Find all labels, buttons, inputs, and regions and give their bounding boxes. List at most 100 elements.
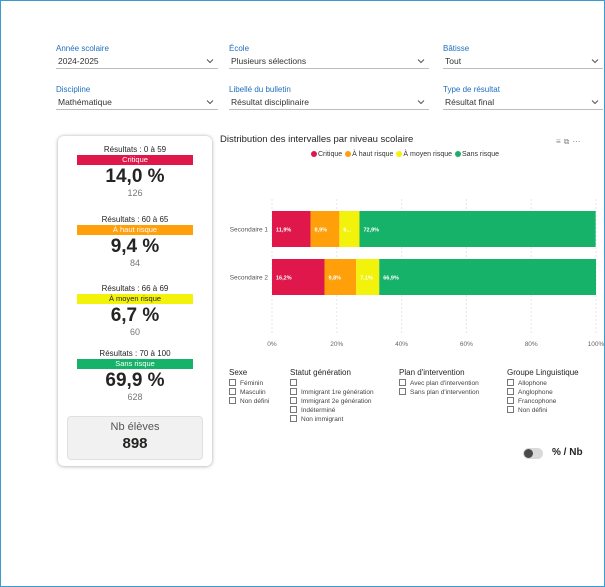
legend-item[interactable]: Sans risque xyxy=(455,151,499,158)
chevron-down-icon[interactable] xyxy=(206,57,214,65)
checkbox[interactable] xyxy=(229,388,236,395)
checkbox[interactable] xyxy=(290,388,297,395)
checkbox[interactable] xyxy=(229,379,236,386)
data-label: 8,9% xyxy=(315,228,328,234)
slicer-option-label: Masculin xyxy=(240,389,266,396)
chevron-down-icon[interactable] xyxy=(206,98,214,106)
slicer-option[interactable] xyxy=(290,379,374,388)
slicer-option[interactable]: Sans plan d'intervention xyxy=(399,388,479,397)
checkbox[interactable] xyxy=(507,397,514,404)
checkbox[interactable] xyxy=(290,415,297,422)
filter-libelle-bulletin[interactable]: Libellé du bulletin Résultat disciplinai… xyxy=(229,84,429,110)
filter-label: Type de résultat xyxy=(443,85,500,94)
filter-batisse[interactable]: Bâtisse Tout xyxy=(443,43,603,69)
slicer-option[interactable]: Non défini xyxy=(507,406,579,415)
nb-eleves-value: 898 xyxy=(122,435,148,452)
slicer-option-label: Indéterminé xyxy=(301,407,336,414)
filter-dropdown[interactable]: Mathématique xyxy=(56,95,218,110)
filter-dropdown[interactable]: 2024-2025 xyxy=(56,54,218,69)
filter-value: 2024-2025 xyxy=(58,56,99,66)
data-label: 66,9% xyxy=(383,276,399,282)
checkbox[interactable] xyxy=(229,397,236,404)
report-canvas: Année scolaire 2024-2025 École Plusieurs… xyxy=(0,0,605,587)
checkbox[interactable] xyxy=(507,379,514,386)
chevron-down-icon[interactable] xyxy=(417,98,425,106)
filter-type-resultat[interactable]: Type de résultat Résultat final xyxy=(443,84,603,110)
kpi-band: Critique xyxy=(77,155,193,165)
category-label: Secondaire 2 xyxy=(230,275,269,282)
filter-icon[interactable]: ≡ xyxy=(556,137,564,146)
slicer-plan-intervention: Plan d'intervention Avec plan d'intervent… xyxy=(399,368,479,397)
checkbox[interactable] xyxy=(507,406,514,413)
data-label: 6... xyxy=(343,228,351,234)
chevron-down-icon[interactable] xyxy=(591,57,599,65)
slicer-option-label: Immigrant 2e génération xyxy=(301,398,372,405)
kpi-sans-risque: Résultats : 70 à 100 Sans risque 69,9 % … xyxy=(58,349,212,403)
data-label: 7,1% xyxy=(360,276,373,282)
filter-ecole[interactable]: École Plusieurs sélections xyxy=(229,43,429,69)
slicer-option[interactable]: Masculin xyxy=(229,388,269,397)
kpi-critique: Résultats : 0 à 59 Critique 14,0 % 126 xyxy=(58,145,212,199)
slicer-title: Groupe Linguistique xyxy=(507,368,579,377)
bar-segment[interactable] xyxy=(359,211,596,247)
toggle-knob[interactable] xyxy=(524,449,533,458)
slicer-option[interactable]: Indéterminé xyxy=(290,406,374,415)
slicer-option[interactable]: Féminin xyxy=(229,379,269,388)
filter-dropdown[interactable]: Résultat final xyxy=(443,95,603,110)
percent-count-toggle[interactable] xyxy=(523,448,543,459)
checkbox[interactable] xyxy=(290,406,297,413)
x-tick-label: 80% xyxy=(525,341,538,348)
filter-dropdown[interactable]: Plusieurs sélections xyxy=(229,54,429,69)
stacked-bar-chart: 0% 20% 40% 60% 80% 100% Secondaire 1 11,9% 8,9% 6… xyxy=(230,199,605,348)
slicer-title: Statut génération xyxy=(290,368,351,377)
filter-label: Année scolaire xyxy=(56,44,109,53)
kpi-haut-risque: Résultats : 60 à 65 À haut risque 9,4 % … xyxy=(58,215,212,269)
filter-label: Libellé du bulletin xyxy=(229,85,291,94)
chevron-down-icon[interactable] xyxy=(417,57,425,65)
slicer-option[interactable]: Francophone xyxy=(507,397,579,406)
kpi-range-label: Résultats : 60 à 65 xyxy=(101,215,169,224)
slicer-option-label: Sans plan d'intervention xyxy=(410,389,480,396)
checkbox[interactable] xyxy=(399,379,406,386)
chart-header-icons: ≡⧉⋯ xyxy=(556,137,583,147)
bar-segment[interactable] xyxy=(379,259,596,295)
legend-item[interactable]: Critique xyxy=(311,151,342,158)
x-tick-label: 40% xyxy=(395,341,408,348)
nb-eleves-card: Nb élèves 898 xyxy=(67,416,203,460)
filter-discipline[interactable]: Discipline Mathématique xyxy=(56,84,218,110)
slicer-option[interactable]: Avec plan d'intervention xyxy=(399,379,479,388)
data-label: 9,8% xyxy=(328,276,341,282)
slicer-option-label: Non défini xyxy=(240,398,270,405)
kpi-band: Sans risque xyxy=(77,359,193,369)
chart-legend: Critique À haut risque À moyen risque Sans … xyxy=(311,151,502,158)
legend-dot-icon xyxy=(396,151,403,157)
filter-label: Discipline xyxy=(56,85,91,94)
checkbox[interactable] xyxy=(507,388,514,395)
slicer-option[interactable]: Immigrant 1re génération xyxy=(290,388,374,397)
slicer-option[interactable]: Non immigrant xyxy=(290,415,374,424)
slicer-option[interactable]: Anglophone xyxy=(507,388,579,397)
legend-dot-icon xyxy=(311,151,317,157)
x-tick-label: 100% xyxy=(588,341,605,348)
slicer-option-label: Allophone xyxy=(518,380,547,387)
legend-item[interactable]: À moyen risque xyxy=(396,151,452,158)
filter-value: Tout xyxy=(445,56,462,66)
legend-item[interactable]: À haut risque xyxy=(345,151,393,158)
checkbox[interactable] xyxy=(290,397,297,404)
filter-dropdown[interactable]: Résultat disciplinaire xyxy=(229,95,429,110)
kpi-band: À moyen risque xyxy=(77,294,193,304)
more-options-icon[interactable]: ⋯ xyxy=(572,137,583,146)
kpi-percent: 69,9 % xyxy=(105,370,165,391)
kpi-percent: 14,0 % xyxy=(105,166,165,187)
filter-dropdown[interactable]: Tout xyxy=(443,54,603,69)
filter-annee-scolaire[interactable]: Année scolaire 2024-2025 xyxy=(56,43,218,69)
nb-eleves-label: Nb élèves xyxy=(110,421,160,433)
chevron-down-icon[interactable] xyxy=(591,98,599,106)
slicer-option[interactable]: Allophone xyxy=(507,379,579,388)
slicer-option[interactable]: Immigrant 2e génération xyxy=(290,397,374,406)
slicer-groupe-linguistique: Groupe Linguistique Allophone Anglophone Fr… xyxy=(507,368,579,415)
slicer-option[interactable]: Non défini xyxy=(229,397,269,406)
checkbox[interactable] xyxy=(399,388,406,395)
slicer-option-label: Immigrant 1re génération xyxy=(301,389,374,396)
checkbox[interactable] xyxy=(290,379,297,386)
